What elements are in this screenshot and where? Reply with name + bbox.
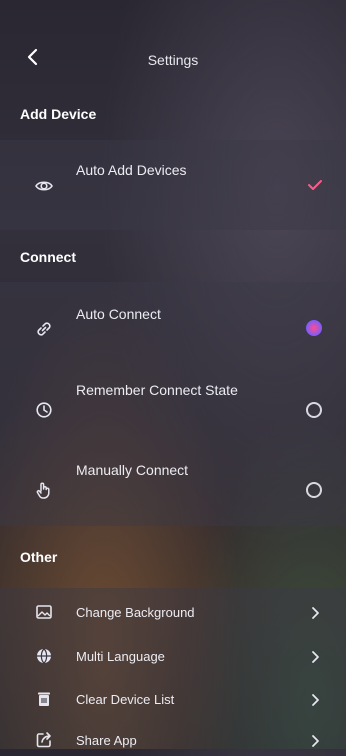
chevron-right-icon <box>306 648 324 666</box>
setting-label: Multi Language <box>76 649 165 664</box>
setting-label: Auto Add Devices <box>76 162 187 178</box>
setting-label: Manually Connect <box>76 462 189 478</box>
setting-row-change-background[interactable]: Change Background <box>0 598 346 628</box>
setting-label: Share App <box>76 733 137 748</box>
radio-unselected[interactable] <box>306 482 324 500</box>
radio-selected[interactable] <box>306 320 324 338</box>
link-icon <box>34 319 54 339</box>
page-title: Settings <box>147 52 199 68</box>
setting-label: Change Background <box>76 605 195 620</box>
radio-indicator <box>306 482 322 498</box>
chevron-right-icon <box>306 732 324 750</box>
setting-label: Clear Device List <box>76 692 175 707</box>
radio-unselected[interactable] <box>306 402 324 420</box>
setting-row-share-app[interactable]: Share App <box>0 726 346 756</box>
section-title-other: Other <box>20 549 58 565</box>
radio-indicator <box>306 402 322 418</box>
connect-card: Auto Connect Remember Connect State Manu… <box>0 282 346 526</box>
setting-row-remember-connect-state[interactable]: Remember Connect State <box>0 364 346 446</box>
setting-row-auto-add-devices[interactable]: Auto Add Devices <box>0 140 346 230</box>
setting-row-clear-device-list[interactable]: Clear Device List <box>0 685 346 715</box>
setting-row-multi-language[interactable]: Multi Language <box>0 642 346 672</box>
trash-icon <box>34 689 54 709</box>
setting-row-auto-connect[interactable]: Auto Connect <box>0 282 346 364</box>
setting-row-manually-connect[interactable]: Manually Connect <box>0 446 346 526</box>
clock-icon <box>34 400 54 420</box>
eye-icon <box>34 176 54 196</box>
section-title-add-device: Add Device <box>20 106 97 122</box>
section-title-connect: Connect <box>20 249 76 265</box>
setting-label: Remember Connect State <box>76 382 238 398</box>
chevron-right-icon <box>306 604 324 622</box>
add-device-card: Auto Add Devices <box>0 140 346 230</box>
share-icon <box>34 730 54 750</box>
radio-indicator <box>306 320 322 336</box>
image-icon <box>34 602 54 622</box>
globe-icon <box>34 646 54 666</box>
chevron-right-icon <box>306 691 324 709</box>
other-card: Change Background Multi Language Clear D… <box>0 588 346 749</box>
checkmark-icon[interactable] <box>306 176 324 194</box>
hand-pointer-icon <box>34 480 54 500</box>
setting-label: Auto Connect <box>76 306 161 322</box>
